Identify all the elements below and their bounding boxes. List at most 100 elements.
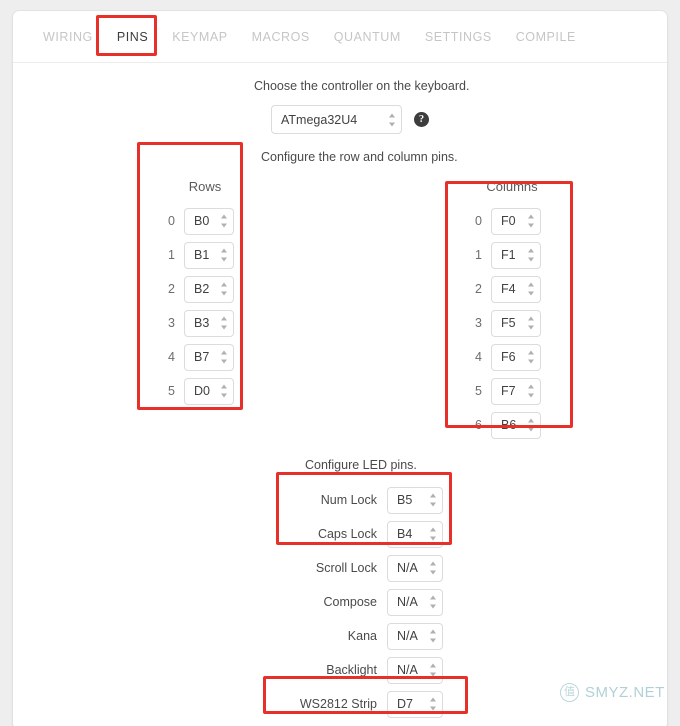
led-value-backlight: N/A — [397, 663, 418, 677]
row-pin-select-3[interactable]: B3 — [184, 309, 234, 337]
tab-settings[interactable]: SETTINGS — [413, 24, 504, 50]
chevron-updown-icon — [527, 418, 534, 432]
columns-title: Columns — [486, 179, 538, 194]
column-pin-select-2[interactable]: F4 — [491, 275, 541, 303]
column-pin-value-5: F7 — [501, 384, 516, 398]
led-select-scroll-lock[interactable]: N/A — [387, 554, 443, 582]
led-value-compose: N/A — [397, 595, 418, 609]
led-label-backlight: Backlight — [326, 663, 377, 677]
configurator-card: WIRING PINS KEYMAP MACROS QUANTUM SETTIN… — [12, 10, 668, 726]
led-label-caps-lock: Caps Lock — [317, 527, 377, 541]
site-watermark: 值 SMYZ.NET — [560, 683, 665, 702]
chevron-updown-icon — [388, 113, 395, 126]
row-pin-value-1: B1 — [194, 248, 210, 262]
chevron-updown-icon — [527, 282, 534, 296]
column-pin-select-0[interactable]: F0 — [491, 207, 541, 235]
row-pin-select-2[interactable]: B2 — [184, 275, 234, 303]
row-pin-5: 5 D0 — [163, 374, 247, 408]
led-select-backlight[interactable]: N/A — [387, 656, 443, 684]
led-value-num-lock: B5 — [397, 493, 413, 507]
chevron-updown-icon — [527, 316, 534, 330]
column-pin-6: 6 B6 — [470, 408, 554, 442]
led-row-backlight: Backlight N/A — [271, 653, 443, 687]
column-index-5: 5 — [475, 384, 482, 398]
chevron-updown-icon — [527, 384, 534, 398]
tab-pins[interactable]: PINS — [105, 24, 160, 50]
column-pin-4: 4 F6 — [470, 340, 554, 374]
chevron-updown-icon — [527, 248, 534, 262]
led-select-num-lock[interactable]: B5 — [387, 486, 443, 514]
tab-keymap[interactable]: KEYMAP — [160, 24, 239, 50]
column-pin-select-5[interactable]: F7 — [491, 377, 541, 405]
row-pin-select-4[interactable]: B7 — [184, 343, 234, 371]
led-select-caps-lock[interactable]: B4 — [387, 520, 443, 548]
column-pin-select-6[interactable]: B6 — [491, 411, 541, 439]
row-pin-1: 1 B1 — [163, 238, 247, 272]
chevron-updown-icon — [220, 316, 227, 330]
rows-matrix: Rows 0 B0 1 B1 2 B2 3 B3 4 B7 5 D0 — [163, 179, 247, 408]
tab-compile[interactable]: COMPILE — [504, 24, 588, 50]
led-select-kana[interactable]: N/A — [387, 622, 443, 650]
led-value-caps-lock: B4 — [397, 527, 413, 541]
row-index-2: 2 — [168, 282, 175, 296]
row-pin-0: 0 B0 — [163, 204, 247, 238]
row-index-3: 3 — [168, 316, 175, 330]
row-pin-value-3: B3 — [194, 316, 210, 330]
chevron-updown-icon — [527, 214, 534, 228]
chevron-updown-icon — [220, 282, 227, 296]
column-pin-value-4: F6 — [501, 350, 516, 364]
column-pin-1: 1 F1 — [470, 238, 554, 272]
column-pin-select-3[interactable]: F5 — [491, 309, 541, 337]
controller-select[interactable]: ATmega32U4 — [271, 105, 402, 134]
column-index-6: 6 — [475, 418, 482, 432]
screenshot-root: WIRING PINS KEYMAP MACROS QUANTUM SETTIN… — [0, 0, 680, 726]
column-pin-value-3: F5 — [501, 316, 516, 330]
row-pin-select-5[interactable]: D0 — [184, 377, 234, 405]
column-pin-value-2: F4 — [501, 282, 516, 296]
led-hint: Configure LED pins. — [305, 458, 417, 472]
row-index-0: 0 — [168, 214, 175, 228]
chevron-updown-icon — [429, 561, 436, 575]
column-index-1: 1 — [475, 248, 482, 262]
chevron-updown-icon — [220, 248, 227, 262]
led-row-num-lock: Num Lock B5 — [271, 483, 443, 517]
watermark-logo-icon: 值 — [560, 683, 579, 702]
led-label-ws2812-strip: WS2812 Strip — [299, 697, 377, 711]
row-pin-value-0: B0 — [194, 214, 210, 228]
led-select-compose[interactable]: N/A — [387, 588, 443, 616]
row-pin-select-0[interactable]: B0 — [184, 207, 234, 235]
led-value-kana: N/A — [397, 629, 418, 643]
chevron-updown-icon — [429, 663, 436, 677]
column-pin-select-4[interactable]: F6 — [491, 343, 541, 371]
row-pin-select-1[interactable]: B1 — [184, 241, 234, 269]
controller-row: ATmega32U4 ? — [271, 105, 429, 134]
chevron-updown-icon — [429, 527, 436, 541]
chevron-updown-icon — [429, 595, 436, 609]
tab-quantum[interactable]: QUANTUM — [322, 24, 413, 50]
watermark-text: SMYZ.NET — [585, 684, 665, 701]
row-index-1: 1 — [168, 248, 175, 262]
tab-macros[interactable]: MACROS — [240, 24, 322, 50]
chevron-updown-icon — [220, 350, 227, 364]
column-pin-value-0: F0 — [501, 214, 516, 228]
column-pin-5: 5 F7 — [470, 374, 554, 408]
led-value-scroll-lock: N/A — [397, 561, 418, 575]
tab-wiring[interactable]: WIRING — [31, 24, 105, 50]
led-label-kana: Kana — [347, 629, 377, 643]
controller-hint: Choose the controller on the keyboard. — [254, 79, 470, 93]
led-row-scroll-lock: Scroll Lock N/A — [271, 551, 443, 585]
column-pin-select-1[interactable]: F1 — [491, 241, 541, 269]
columns-list: 0 F0 1 F1 2 F4 3 F5 4 F6 5 F7 6 B6 — [470, 204, 554, 442]
led-select-ws2812-strip[interactable]: D7 — [387, 690, 443, 718]
column-index-2: 2 — [475, 282, 482, 296]
column-pin-value-6: B6 — [501, 418, 517, 432]
led-value-ws2812-strip: D7 — [397, 697, 413, 711]
rows-title: Rows — [188, 179, 222, 194]
chevron-updown-icon — [527, 350, 534, 364]
led-row-kana: Kana N/A — [271, 619, 443, 653]
led-row-compose: Compose N/A — [271, 585, 443, 619]
question-mark-circle-icon[interactable]: ? — [414, 112, 429, 127]
row-pin-3: 3 B3 — [163, 306, 247, 340]
row-index-5: 5 — [168, 384, 175, 398]
chevron-updown-icon — [429, 697, 436, 711]
